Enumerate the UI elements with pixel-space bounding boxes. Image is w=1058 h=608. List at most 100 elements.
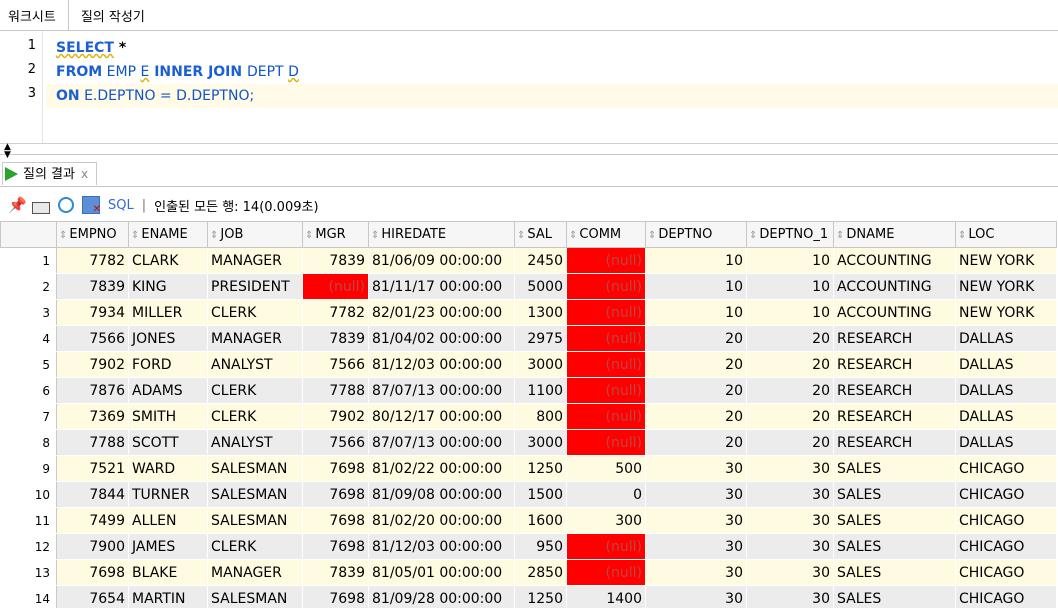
- table-cell[interactable]: 2450: [514, 247, 567, 274]
- table-cell[interactable]: 3000: [514, 429, 567, 456]
- table-cell[interactable]: (null): [566, 273, 646, 300]
- table-cell[interactable]: 20: [645, 377, 747, 404]
- column-header[interactable]: ⇕ MGR: [302, 221, 369, 248]
- sort-icon[interactable]: ⇕: [371, 230, 379, 241]
- table-row[interactable]: 11 7499 ALLEN SALESMAN 7698 81/02/20 00:00:00…: [0, 507, 1057, 534]
- table-cell[interactable]: 0: [566, 481, 646, 508]
- table-cell[interactable]: 7654: [56, 585, 129, 608]
- table-cell[interactable]: 81/12/03 00:00:00: [368, 351, 515, 378]
- column-header[interactable]: ⇕ EMPNO: [56, 221, 129, 248]
- table-cell[interactable]: 7839: [302, 325, 369, 352]
- table-cell[interactable]: 7698: [302, 507, 369, 534]
- table-cell[interactable]: SALES: [833, 507, 956, 534]
- table-cell[interactable]: 7566: [56, 325, 129, 352]
- table-cell[interactable]: 20: [746, 377, 834, 404]
- table-cell[interactable]: RESEARCH: [833, 377, 956, 404]
- table-cell[interactable]: RESEARCH: [833, 429, 956, 456]
- column-header[interactable]: ⇕ COMM: [566, 221, 646, 248]
- table-cell[interactable]: 800: [514, 403, 567, 430]
- table-cell[interactable]: SALESMAN: [207, 481, 303, 508]
- table-cell[interactable]: 30: [645, 507, 747, 534]
- tab-worksheet[interactable]: 워크시트: [0, 0, 69, 30]
- table-cell[interactable]: 7900: [56, 533, 129, 560]
- table-cell[interactable]: (null): [302, 273, 369, 300]
- table-row[interactable]: 9 7521 WARD SALESMAN 7698 81/02/22 00:00:00 12…: [0, 455, 1057, 482]
- table-cell[interactable]: 7521: [56, 455, 129, 482]
- table-cell[interactable]: MARTIN: [128, 585, 208, 608]
- table-cell[interactable]: DALLAS: [955, 351, 1057, 378]
- table-cell[interactable]: MANAGER: [207, 325, 303, 352]
- table-cell[interactable]: 87/07/13 00:00:00: [368, 377, 515, 404]
- refresh-icon[interactable]: [58, 197, 74, 213]
- column-header[interactable]: ⇕ JOB: [207, 221, 303, 248]
- table-cell[interactable]: WARD: [128, 455, 208, 482]
- column-header[interactable]: ⇕ HIREDATE: [368, 221, 515, 248]
- table-cell[interactable]: 20: [645, 403, 747, 430]
- table-cell[interactable]: CLARK: [128, 247, 208, 274]
- table-cell[interactable]: 7788: [56, 429, 129, 456]
- sort-icon[interactable]: ⇕: [131, 230, 139, 241]
- table-cell[interactable]: SALES: [833, 533, 956, 560]
- table-cell[interactable]: CLERK: [207, 299, 303, 326]
- splitter-arrows-icon[interactable]: ▲ ▼: [4, 143, 11, 160]
- table-cell[interactable]: 7902: [56, 351, 129, 378]
- table-cell[interactable]: 20: [645, 351, 747, 378]
- table-cell[interactable]: 7782: [56, 247, 129, 274]
- table-cell[interactable]: 20: [746, 403, 834, 430]
- table-cell[interactable]: 7566: [302, 351, 369, 378]
- table-cell[interactable]: 81/02/22 00:00:00: [368, 455, 515, 482]
- table-cell[interactable]: 20: [746, 325, 834, 352]
- table-cell[interactable]: 7788: [302, 377, 369, 404]
- tab-query-builder[interactable]: 질의 작성기: [68, 0, 157, 30]
- column-header[interactable]: ⇕ DNAME: [833, 221, 956, 248]
- table-cell[interactable]: ANALYST: [207, 429, 303, 456]
- table-cell[interactable]: CHICAGO: [955, 559, 1057, 586]
- table-cell[interactable]: MANAGER: [207, 247, 303, 274]
- table-cell[interactable]: CLERK: [207, 403, 303, 430]
- table-cell[interactable]: 1400: [566, 585, 646, 608]
- table-cell[interactable]: 30: [645, 481, 747, 508]
- table-cell[interactable]: 7934: [56, 299, 129, 326]
- pin-icon[interactable]: 📌: [8, 197, 27, 213]
- table-cell[interactable]: SALES: [833, 559, 956, 586]
- table-cell[interactable]: 81/12/03 00:00:00: [368, 533, 515, 560]
- sort-icon[interactable]: ⇕: [958, 230, 966, 241]
- table-cell[interactable]: DALLAS: [955, 429, 1057, 456]
- table-cell[interactable]: CLERK: [207, 377, 303, 404]
- table-cell[interactable]: 10: [746, 247, 834, 274]
- table-cell[interactable]: 81/04/02 00:00:00: [368, 325, 515, 352]
- table-cell[interactable]: CLERK: [207, 533, 303, 560]
- column-header[interactable]: ⇕ SAL: [514, 221, 567, 248]
- table-cell[interactable]: 81/05/01 00:00:00: [368, 559, 515, 586]
- print-icon[interactable]: [32, 202, 50, 214]
- table-cell[interactable]: 300: [566, 507, 646, 534]
- sort-icon[interactable]: ⇕: [59, 230, 67, 241]
- table-cell[interactable]: 10: [645, 273, 747, 300]
- column-header[interactable]: ⇕ ENAME: [128, 221, 208, 248]
- table-cell[interactable]: DALLAS: [955, 403, 1057, 430]
- table-cell[interactable]: CHICAGO: [955, 455, 1057, 482]
- table-cell[interactable]: 30: [746, 507, 834, 534]
- table-cell[interactable]: 81/11/17 00:00:00: [368, 273, 515, 300]
- table-cell[interactable]: 7839: [302, 247, 369, 274]
- table-cell[interactable]: 30: [645, 533, 747, 560]
- table-cell[interactable]: SALESMAN: [207, 585, 303, 608]
- table-cell[interactable]: 30: [746, 455, 834, 482]
- table-row[interactable]: 6 7876 ADAMS CLERK 7788 87/07/13 00:00:00 1100…: [0, 377, 1057, 404]
- sort-icon[interactable]: ⇕: [517, 230, 525, 241]
- code-line-1[interactable]: SELECT *: [46, 36, 1058, 60]
- table-cell[interactable]: 30: [645, 559, 747, 586]
- sql-editor[interactable]: 1 2 3 SELECT * FROM EMP E INNER JOIN DEP…: [0, 31, 1058, 144]
- tab-query-result[interactable]: 질의 결과 x: [2, 162, 98, 185]
- table-cell[interactable]: (null): [566, 533, 646, 560]
- table-cell[interactable]: 10: [645, 247, 747, 274]
- table-cell[interactable]: 7369: [56, 403, 129, 430]
- table-cell[interactable]: 7782: [302, 299, 369, 326]
- table-cell[interactable]: MANAGER: [207, 559, 303, 586]
- column-header[interactable]: ⇕ DEPTNO: [645, 221, 747, 248]
- table-cell[interactable]: 81/02/20 00:00:00: [368, 507, 515, 534]
- table-cell[interactable]: 7902: [302, 403, 369, 430]
- table-cell[interactable]: ACCOUNTING: [833, 299, 956, 326]
- table-row[interactable]: 10 7844 TURNER SALESMAN 7698 81/09/08 00:00:0…: [0, 481, 1057, 508]
- table-cell[interactable]: 82/01/23 00:00:00: [368, 299, 515, 326]
